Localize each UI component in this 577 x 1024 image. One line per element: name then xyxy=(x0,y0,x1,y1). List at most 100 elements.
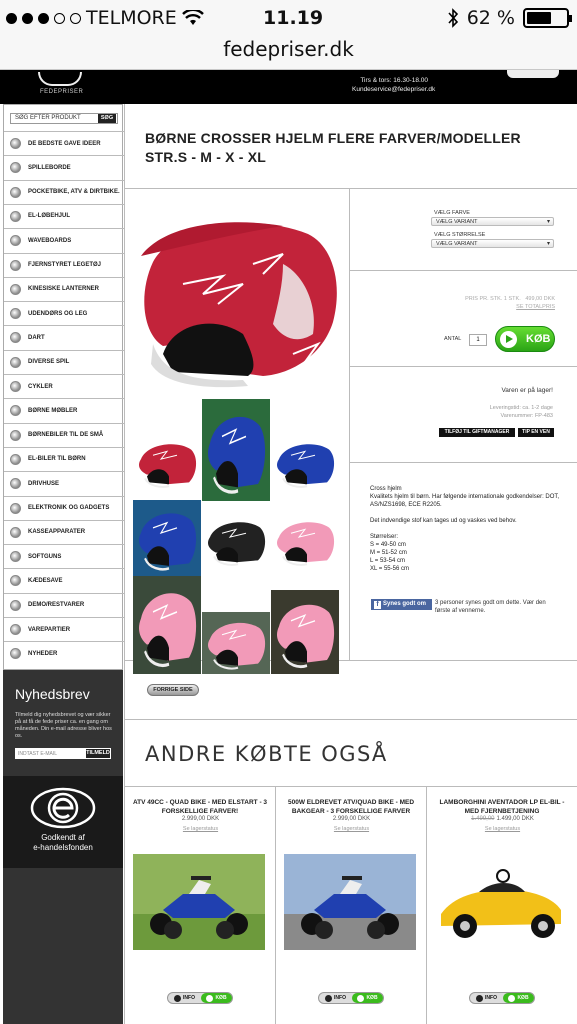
sidebar-category-item[interactable]: KASSEAPPARATER xyxy=(4,519,124,544)
description-line: XL = 55-56 cm xyxy=(370,566,409,572)
sidebar-category-item[interactable]: DEMO/RESTVARER xyxy=(4,592,124,617)
bullet-circle-icon xyxy=(10,381,21,392)
info-button[interactable]: INFO xyxy=(319,993,352,1003)
sidebar-category-item[interactable]: CYKLER xyxy=(4,374,124,398)
sidebar-category-item[interactable]: DRIVHUSE xyxy=(4,471,124,495)
tip-friend-button[interactable]: TIP EN VEN xyxy=(518,428,554,437)
color-select[interactable]: VÆLG VARIANT xyxy=(431,217,554,226)
product-thumbnail[interactable] xyxy=(202,399,270,501)
product-thumbnail[interactable] xyxy=(271,512,339,570)
product-image[interactable] xyxy=(133,854,265,950)
buy-button[interactable]: KØB xyxy=(201,993,232,1003)
product-thumbnail[interactable] xyxy=(271,434,339,492)
sidebar-category-item[interactable]: EL-BILER TIL BØRN xyxy=(4,446,124,471)
category-label: ELEKTRONIK OG GADGETS xyxy=(28,505,110,511)
stock-status: Varen er på lager! xyxy=(501,387,553,394)
info-circle-icon xyxy=(325,994,333,1002)
stock-link[interactable]: Se lagerstatus xyxy=(427,826,577,832)
sidebar-category-item[interactable]: BØRNE MØBLER xyxy=(4,398,124,422)
product-thumbnail[interactable] xyxy=(133,434,201,492)
price-value: 499,00 DKK xyxy=(525,296,555,302)
newsletter-subscribe-button[interactable]: TILMELD xyxy=(85,748,111,759)
previous-page-button[interactable]: FORRIGE SIDE xyxy=(147,684,199,696)
sidebar-category-item[interactable]: UDENDØRS OG LEG xyxy=(4,301,124,325)
buy-button[interactable]: KØB xyxy=(495,326,555,352)
product-thumbnail[interactable] xyxy=(133,500,201,576)
product-thumbnail[interactable] xyxy=(133,576,201,674)
description-line: Kvalitets hjelm til børn. Har følgende i… xyxy=(370,494,560,508)
contact-email[interactable]: Kundeservice@fedepriser.dk xyxy=(352,85,435,94)
product-name[interactable]: 500W ELDREVET ATV/QUAD BIKE - MED BAKGEA… xyxy=(282,798,420,816)
sidebar-category-item[interactable]: WAVEBOARDS xyxy=(4,228,124,252)
info-button[interactable]: INFO xyxy=(470,993,503,1003)
buy-label: KØB xyxy=(517,995,529,1001)
divider xyxy=(125,719,577,720)
info-label: INFO xyxy=(485,995,497,1001)
bullet-circle-icon xyxy=(10,283,21,295)
bullet-circle-icon xyxy=(10,162,21,174)
buy-label: KØB xyxy=(526,333,551,345)
product-image[interactable] xyxy=(284,854,416,950)
product-thumbnail[interactable] xyxy=(202,612,270,674)
product-price: 1.499,00 DKK xyxy=(496,816,534,822)
size-select[interactable]: VÆLG VARIANT xyxy=(431,239,554,248)
buy-button[interactable]: KØB xyxy=(503,993,534,1003)
also-bought-card[interactable]: ATV 49CC - QUAD BIKE - MED ELSTART - 3 F… xyxy=(125,786,276,1024)
sidebar-category-item[interactable]: KINESISKE LANTERNER xyxy=(4,276,124,301)
play-arrow-icon xyxy=(206,994,214,1002)
sidebar-category-item[interactable]: VAREPARTIER xyxy=(4,617,124,641)
sidebar-category-item[interactable]: DART xyxy=(4,325,124,349)
sidebar-category-item[interactable]: SOFTGUNS xyxy=(4,544,124,568)
quantity-input[interactable]: 1 xyxy=(469,334,487,346)
newsletter-email-input[interactable]: INDTAST E-MAIL xyxy=(15,748,85,759)
category-label: BØRNEBILER TIL DE SMÅ xyxy=(28,432,104,439)
sidebar-category-item[interactable]: DIVERSE SPIL xyxy=(4,349,124,374)
search-button[interactable]: SØG xyxy=(98,114,116,123)
category-label: BØRNE MØBLER xyxy=(28,407,78,414)
also-bought-card[interactable]: 500W ELDREVET ATV/QUAD BIKE - MED BAKGEA… xyxy=(276,786,427,1024)
info-circle-icon xyxy=(476,994,484,1002)
main-product-image[interactable] xyxy=(133,204,343,394)
product-thumbnail[interactable] xyxy=(202,512,270,570)
bullet-circle-icon xyxy=(10,332,21,344)
sidebar-category-item[interactable]: KÆDESAVE xyxy=(4,568,124,592)
facebook-like-text: 3 personer synes godt om dette. Vær den … xyxy=(435,600,546,614)
facebook-like-button[interactable]: Synes godt om xyxy=(371,599,432,610)
header-button[interactable] xyxy=(507,70,559,78)
qty-label: ANTAL xyxy=(444,336,462,342)
sidebar-category-item[interactable]: ELEKTRONIK OG GADGETS xyxy=(4,495,124,520)
product-thumbnail[interactable] xyxy=(271,590,339,674)
also-bought-title: ANDRE KØBTE OGSÅ xyxy=(145,742,388,766)
total-price-link[interactable]: SE TOTALPRIS xyxy=(455,304,555,310)
site-logo-icon[interactable] xyxy=(38,72,82,86)
product-image[interactable] xyxy=(435,854,567,950)
sidebar-category-item[interactable]: POCKETBIKE, ATV & DIRTBIKE. xyxy=(4,179,124,204)
giftmanager-button[interactable]: TILFØJ TIL GIFTMANAGER xyxy=(439,428,515,437)
product-name[interactable]: ATV 49CC - QUAD BIKE - MED ELSTART - 3 F… xyxy=(131,798,269,816)
divider xyxy=(125,188,577,189)
sidebar-category-item[interactable]: BØRNEBILER TIL DE SMÅ xyxy=(4,422,124,447)
opening-hours: Tirs & tors: 16.30-18.00 xyxy=(360,77,428,84)
sidebar-category-item[interactable]: SPILLEBORDE xyxy=(4,155,124,179)
buy-button[interactable]: KØB xyxy=(352,993,383,1003)
price-row: 2.999,00 DKK xyxy=(276,816,427,822)
sidebar-category-item[interactable]: DE BEDSTE GAVE IDEER xyxy=(4,131,124,155)
search-input[interactable]: SØG EFTER PRODUKT SØG xyxy=(10,113,118,124)
stock-link[interactable]: Se lagerstatus xyxy=(125,826,276,832)
sidebar-category-item[interactable]: FJERNSTYRET LEGETØJ xyxy=(4,252,124,277)
bullet-circle-icon xyxy=(10,259,21,271)
card-actions: INFO KØB xyxy=(469,992,535,1004)
also-bought-card[interactable]: LAMBORGHINI AVENTADOR LP EL-BIL - MED FJ… xyxy=(427,786,577,1024)
address-bar[interactable]: fedepriser.dk xyxy=(0,36,577,70)
product-name[interactable]: LAMBORGHINI AVENTADOR LP EL-BIL - MED FJ… xyxy=(433,798,571,816)
signal-dot-icon xyxy=(38,12,49,24)
bullet-circle-icon xyxy=(10,575,21,587)
category-label: FJERNSTYRET LEGETØJ xyxy=(28,262,102,268)
info-button[interactable]: INFO xyxy=(168,993,201,1003)
sidebar-category-item[interactable]: NYHEDER xyxy=(4,641,124,665)
category-label: POCKETBIKE, ATV & DIRTBIKE. xyxy=(28,189,120,196)
sidebar-category-item[interactable]: EL-LØBEHJUL xyxy=(4,203,124,228)
category-label: KÆDESAVE xyxy=(28,577,63,584)
stock-link[interactable]: Se lagerstatus xyxy=(276,826,427,832)
ehandel-badge[interactable]: Godkendt af e-handelsfonden xyxy=(3,776,123,868)
